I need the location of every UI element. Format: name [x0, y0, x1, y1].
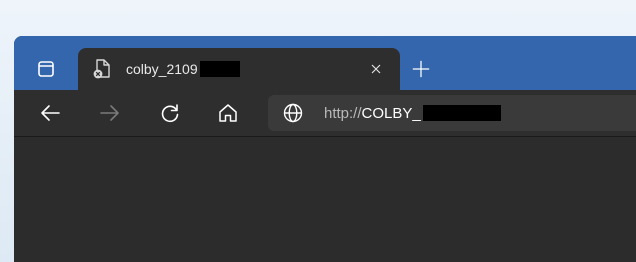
document-error-icon — [92, 58, 112, 80]
tab-title-text: colby_2109 — [126, 61, 198, 77]
tab-active[interactable]: colby_2109 — [78, 48, 400, 90]
redacted-block — [199, 61, 240, 77]
forward-button[interactable] — [94, 97, 126, 129]
url-scheme: http:// — [324, 105, 362, 122]
url-text[interactable]: http://COLBY_ — [324, 105, 501, 122]
globe-icon[interactable] — [282, 102, 304, 124]
back-arrow-icon — [41, 105, 60, 121]
tab-title: colby_2109 — [126, 61, 240, 77]
page-content — [14, 136, 636, 262]
back-button[interactable] — [34, 97, 66, 129]
tab-actions-button[interactable] — [26, 54, 66, 84]
refresh-icon — [161, 104, 179, 123]
toolbar: http://COLBY_ — [14, 90, 636, 136]
address-bar[interactable]: http://COLBY_ — [268, 95, 636, 131]
browser-window: colby_2109 http://COLBY_ — [14, 36, 636, 262]
tab-actions-icon — [38, 61, 54, 77]
plus-icon — [412, 60, 430, 78]
redacted-block — [422, 105, 501, 121]
forward-arrow-icon — [100, 105, 119, 121]
home-button[interactable] — [212, 97, 244, 129]
tab-close-button[interactable] — [366, 59, 386, 79]
refresh-button[interactable] — [154, 97, 186, 129]
close-icon — [371, 64, 381, 74]
url-host: COLBY_ — [361, 105, 421, 122]
home-icon — [219, 104, 237, 122]
new-tab-button[interactable] — [410, 58, 432, 80]
tab-strip: colby_2109 — [14, 36, 636, 90]
